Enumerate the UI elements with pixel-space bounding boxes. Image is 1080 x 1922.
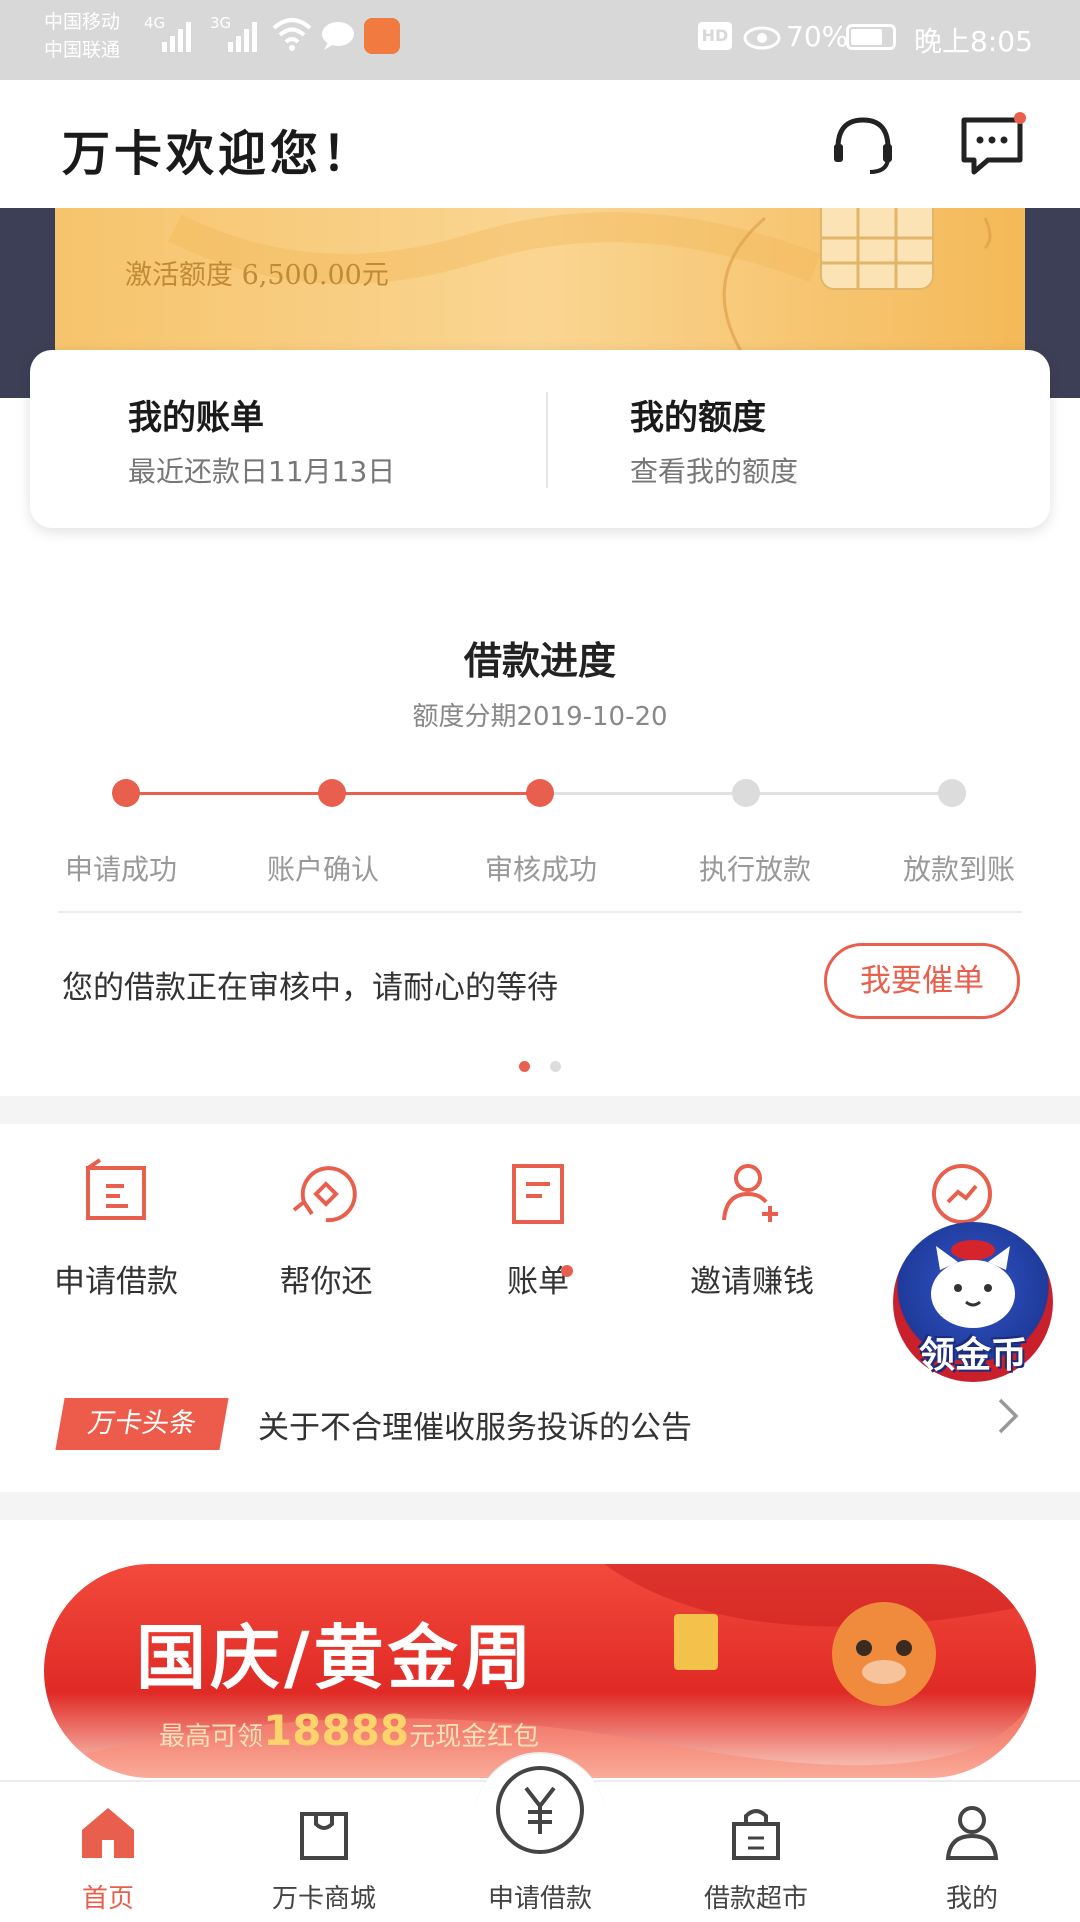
lock-bag-icon — [732, 1809, 780, 1860]
step-dot-5 — [938, 779, 966, 807]
collect-coins-label: 领金币 — [918, 1335, 1027, 1376]
nav-mall[interactable]: 万卡商城 — [216, 1782, 432, 1922]
my-limit-entry[interactable]: 我的额度 查看我的额度 — [548, 350, 1050, 528]
lucky-cat-icon — [931, 1240, 1015, 1328]
section-gap — [0, 1492, 1080, 1520]
bill-icon — [512, 1164, 564, 1224]
review-status-message: 您的借款正在审核中，请耐心的等待 — [62, 970, 558, 1006]
summary-card: 我的账单 最近还款日11月13日 我的额度 查看我的额度 — [30, 350, 1050, 528]
banner-sub-suffix: 元现金红包 — [409, 1722, 540, 1752]
quick-action-label: 申请借款 — [54, 1264, 178, 1300]
shopping-bag-icon — [300, 1812, 348, 1860]
step-dot-2 — [318, 779, 346, 807]
carrier-2: 中国联通 — [44, 39, 121, 61]
invite-icon — [722, 1164, 778, 1222]
quick-action-label: 帮你还 — [279, 1264, 373, 1300]
wifi-icon — [272, 16, 312, 58]
pager-dot-active[interactable] — [519, 1061, 530, 1072]
progress-subtitle: 额度分期2019-10-20 — [412, 702, 668, 732]
my-bill-subtitle: 最近还款日11月13日 — [128, 455, 396, 488]
card-chip — [820, 208, 934, 290]
section-gap — [0, 1096, 1080, 1124]
nav-apply-loan[interactable]: 申请借款 — [432, 1766, 648, 1922]
nav-home[interactable]: 首页 — [0, 1782, 216, 1922]
collect-coins-badge[interactable]: 领金币 — [893, 1222, 1053, 1382]
step-dot-1 — [112, 779, 140, 807]
quick-action-trend[interactable] — [862, 1140, 1062, 1224]
nav-label: 申请借款 — [487, 1884, 592, 1914]
step-label-3: 审核成功 — [484, 853, 597, 886]
step-dot-4 — [732, 779, 760, 807]
promo-banner[interactable]: 国庆/黄金周 最高可领18888元现金红包 — [44, 1564, 1036, 1778]
battery-percent: 70% — [786, 20, 849, 53]
quick-action-apply-loan[interactable]: 申请借款 — [16, 1140, 216, 1310]
nav-label: 首页 — [81, 1884, 134, 1914]
step-label-2: 账户确认 — [266, 853, 379, 886]
nav-label: 我的 — [945, 1884, 998, 1914]
quick-action-help-repay[interactable]: 帮你还 — [226, 1140, 426, 1310]
step-dot-3 — [526, 779, 554, 807]
quick-action-invite[interactable]: 邀请赚钱 — [652, 1140, 852, 1310]
battery-icon — [846, 24, 896, 50]
credit-card-image[interactable]: 激活额度 6,500.00元 — [55, 208, 1025, 358]
home-icon — [82, 1808, 134, 1858]
activation-credit: 激活额度 6,500.00元 — [125, 260, 389, 291]
nav-label: 万卡商城 — [271, 1884, 376, 1914]
signal-icon — [226, 18, 260, 60]
bottom-nav: 首页 万卡商城 申请借款 借款超市 我的 — [0, 1752, 1080, 1922]
step-label-1: 申请成功 — [64, 853, 177, 886]
quick-action-bill[interactable]: 账单 — [438, 1140, 638, 1310]
banner-amount: 18888 — [263, 1706, 410, 1755]
my-limit-title: 我的额度 — [630, 398, 766, 438]
page-title: 万卡欢迎您！ — [62, 126, 375, 182]
customer-service-icon[interactable] — [828, 110, 898, 180]
app-header: 万卡欢迎您！ — [0, 80, 1080, 208]
my-limit-subtitle: 查看我的额度 — [630, 455, 799, 488]
messages-icon[interactable] — [958, 110, 1028, 180]
progress-title: 借款进度 — [463, 638, 616, 683]
chevron-right-icon — [996, 1396, 1020, 1446]
user-icon — [945, 1806, 999, 1860]
banner-subtitle: 最高可领18888元现金红包 — [159, 1706, 539, 1755]
pager-dot[interactable] — [550, 1061, 561, 1072]
my-bill-entry[interactable]: 我的账单 最近还款日11月13日 — [30, 350, 546, 528]
carrier-names: 中国移动 中国联通 — [44, 8, 120, 64]
repay-icon — [292, 1166, 357, 1223]
clock: 晚上8:05 — [914, 25, 1033, 58]
trend-icon — [932, 1164, 992, 1224]
hd-badge: HD — [698, 22, 732, 50]
nav-label: 借款超市 — [703, 1884, 808, 1914]
nav-profile[interactable]: 我的 — [864, 1782, 1080, 1922]
loan-apply-icon — [86, 1158, 146, 1220]
quick-action-label: 账单 — [507, 1264, 569, 1300]
carrier-1: 中国移动 — [44, 11, 121, 33]
banner-sub-prefix: 最高可领 — [159, 1722, 264, 1752]
nav-loan-market[interactable]: 借款超市 — [648, 1782, 864, 1922]
eye-icon — [742, 20, 782, 58]
step-label-4: 执行放款 — [698, 853, 811, 886]
app-notification-icon — [364, 18, 400, 54]
my-bill-title: 我的账单 — [128, 398, 264, 438]
news-headline: 关于不合理催收服务投诉的公告 — [258, 1410, 692, 1446]
yuan-icon — [496, 1766, 584, 1854]
badge-dot — [561, 1265, 573, 1277]
urge-order-button[interactable]: 我要催单 — [824, 943, 1020, 1019]
signal-icon — [160, 18, 194, 60]
quick-action-label: 邀请赚钱 — [690, 1264, 814, 1300]
chat-bubble-icon — [320, 20, 356, 58]
progress-divider — [58, 911, 1022, 913]
status-bar: 中国移动 中国联通 4G 3G HD 70% 晚上8:05 — [0, 0, 1080, 80]
news-badge: 万卡头条 — [55, 1398, 229, 1450]
news-ticker[interactable]: 万卡头条 关于不合理催收服务投诉的公告 — [0, 1380, 1080, 1470]
step-label-5: 放款到账 — [902, 853, 1015, 886]
banner-title: 国庆/黄金周 — [136, 1616, 536, 1699]
